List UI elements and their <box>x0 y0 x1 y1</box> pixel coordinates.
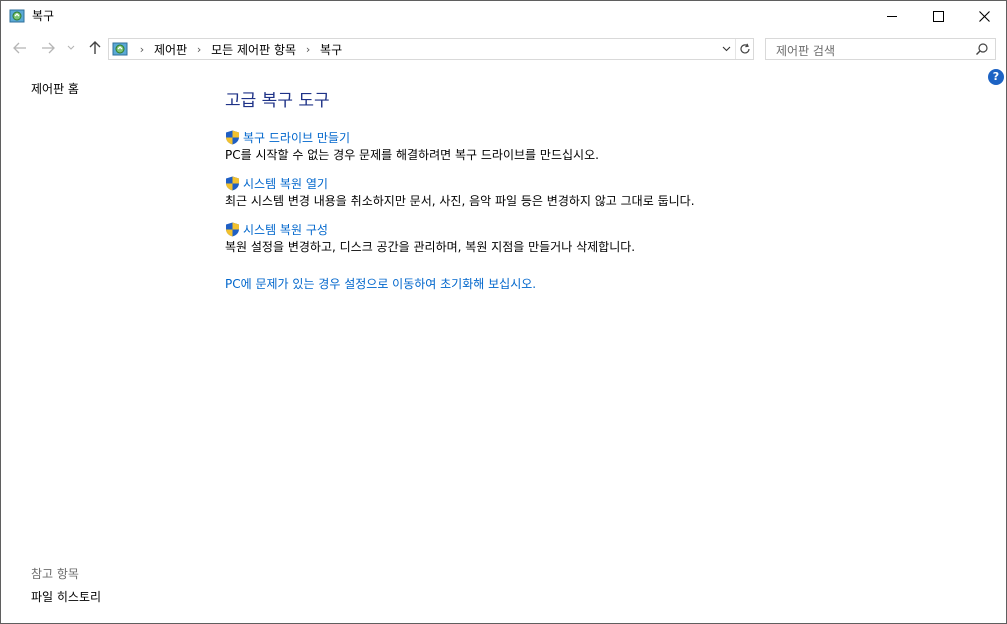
uac-shield-icon <box>226 176 239 191</box>
arrow-up-icon <box>89 41 101 54</box>
chevron-right-icon[interactable]: › <box>190 43 208 56</box>
forward-button[interactable] <box>39 39 57 57</box>
see-also-heading: 참고 항목 <box>31 567 79 581</box>
task-open-system-restore: 시스템 복원 열기 최근 시스템 변경 내용을 취소하지만 문서, 사진, 음악… <box>225 175 695 209</box>
navigation-bar: › 제어판 › 모든 제어판 항목 › 복구 제어판 검색 <box>1 32 1006 65</box>
create-recovery-drive-link[interactable]: 복구 드라이브 만들기 <box>225 129 599 146</box>
control-panel-home-link[interactable]: 제어판 홈 <box>31 80 79 97</box>
task-link-label[interactable]: 시스템 복원 열기 <box>243 175 328 192</box>
chevron-down-icon <box>67 45 75 50</box>
breadcrumb: › 제어판 › 모든 제어판 항목 › 복구 <box>133 39 345 59</box>
task-description: 최근 시스템 변경 내용을 취소하지만 문서, 사진, 음악 파일 등은 변경하… <box>225 194 695 208</box>
minimize-icon <box>886 16 897 17</box>
arrow-right-icon <box>42 42 55 54</box>
control-panel-window: 복구 › 제어판 › 모든 제어판 항목 › 복구 제어판 검색 ? 제어판 홈… <box>0 0 1007 624</box>
up-button[interactable] <box>86 39 104 57</box>
reset-pc-settings-link[interactable]: PC에 문제가 있는 경우 설정으로 이동하여 초기화해 보십시오. <box>225 275 536 292</box>
breadcrumb-all-items[interactable]: 모든 제어판 항목 <box>208 41 299 58</box>
configure-system-restore-link[interactable]: 시스템 복원 구성 <box>225 221 635 238</box>
open-system-restore-link[interactable]: 시스템 복원 열기 <box>225 175 695 192</box>
search-placeholder[interactable]: 제어판 검색 <box>776 42 835 59</box>
task-link-label[interactable]: 시스템 복원 구성 <box>243 221 328 238</box>
breadcrumb-control-panel[interactable]: 제어판 <box>151 41 190 58</box>
task-description: PC를 시작할 수 없는 경우 문제를 해결하려면 복구 드라이브를 만드십시오… <box>225 148 599 162</box>
address-bar[interactable]: › 제어판 › 모든 제어판 항목 › 복구 <box>108 38 754 60</box>
maximize-button[interactable] <box>915 1 961 32</box>
file-history-link[interactable]: 파일 히스토리 <box>31 588 101 605</box>
search-box[interactable]: 제어판 검색 <box>765 38 996 60</box>
breadcrumb-recovery[interactable]: 복구 <box>317 41 345 58</box>
title-bar[interactable]: 복구 <box>1 1 1006 32</box>
chevron-down-icon <box>722 46 730 52</box>
task-link-label[interactable]: 복구 드라이브 만들기 <box>243 129 350 146</box>
minimize-button[interactable] <box>869 1 915 32</box>
arrow-left-icon <box>13 42 26 54</box>
task-create-recovery-drive: 복구 드라이브 만들기 PC를 시작할 수 없는 경우 문제를 해결하려면 복구… <box>225 129 599 163</box>
window-title: 복구 <box>32 9 55 23</box>
page-title: 고급 복구 도구 <box>225 91 330 111</box>
recovery-app-icon <box>9 9 25 23</box>
recent-locations-button[interactable] <box>65 39 77 57</box>
search-icon[interactable] <box>975 42 989 56</box>
chevron-right-icon[interactable]: › <box>133 43 151 56</box>
chevron-right-icon[interactable]: › <box>299 43 317 56</box>
control-panel-icon <box>112 42 128 56</box>
task-configure-system-restore: 시스템 복원 구성 복원 설정을 변경하고, 디스크 공간을 관리하며, 복원 … <box>225 221 635 255</box>
help-button[interactable]: ? <box>988 69 1004 85</box>
uac-shield-icon <box>226 222 239 237</box>
refresh-button[interactable] <box>735 39 754 59</box>
uac-shield-icon <box>226 130 239 145</box>
close-button[interactable] <box>961 1 1007 32</box>
refresh-icon <box>740 43 750 54</box>
maximize-icon <box>932 11 944 22</box>
back-button[interactable] <box>11 39 29 57</box>
close-icon <box>978 11 990 22</box>
address-dropdown-button[interactable] <box>717 39 735 59</box>
task-description: 복원 설정을 변경하고, 디스크 공간을 관리하며, 복원 지점을 만들거나 삭… <box>225 240 636 254</box>
